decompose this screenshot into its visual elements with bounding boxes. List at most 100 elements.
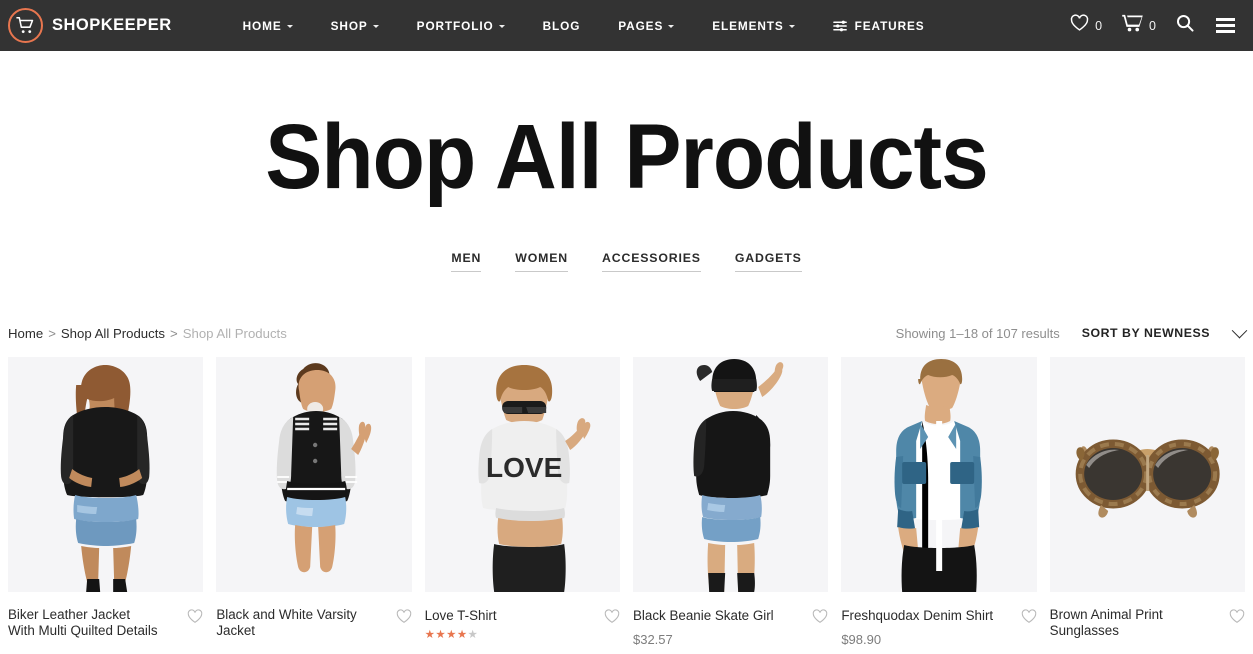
category-link-accessories[interactable]: ACCESSORIES xyxy=(585,251,718,272)
breadcrumb-item-home[interactable]: Home xyxy=(8,326,43,341)
wishlist-count: 0 xyxy=(1095,18,1103,33)
chevron-down-icon xyxy=(372,25,379,28)
product-title[interactable]: Freshquodax Denim Shirt xyxy=(841,608,993,623)
product-image[interactable] xyxy=(1049,357,1245,592)
woman-black-beanie-image xyxy=(632,357,829,592)
breadcrumb-separator: > xyxy=(48,325,56,341)
star-filled: ★ xyxy=(456,629,468,641)
product-image[interactable] xyxy=(8,357,204,592)
product-card: Biker Leather Jacket With Multi Quilted … xyxy=(8,357,204,647)
wishlist-button[interactable]: 0 xyxy=(1060,14,1112,37)
category-filter-nav: MEN WOMEN ACCESSORIES GADGETS xyxy=(434,251,818,272)
cart-button[interactable]: 0 xyxy=(1112,14,1166,37)
star-filled: ★ xyxy=(435,629,447,641)
cart-count: 0 xyxy=(1149,18,1156,33)
sliders-icon xyxy=(832,19,848,33)
product-image[interactable] xyxy=(632,357,829,592)
nav-label: BLOG xyxy=(542,18,581,33)
hamburger-bar xyxy=(1216,18,1235,21)
category-link-gadgets[interactable]: GADGETS xyxy=(718,251,819,272)
woman-love-crop-top-image: LOVE xyxy=(424,357,620,592)
heart-icon[interactable] xyxy=(1229,609,1245,629)
product-title[interactable]: Black and White Varsity Jacket xyxy=(216,607,366,640)
product-rating: ★★★★★ xyxy=(424,629,497,642)
product-meta: Black Beanie Skate Girl $32.57 xyxy=(633,592,828,647)
breadcrumb-item-shop[interactable]: Shop All Products xyxy=(61,326,165,341)
product-title[interactable]: Black Beanie Skate Girl xyxy=(633,608,774,623)
heart-icon[interactable] xyxy=(1021,609,1037,629)
nav-item-elements[interactable]: ELEMENTS xyxy=(693,19,813,33)
heart-icon[interactable] xyxy=(187,609,203,629)
category-link-women[interactable]: WOMEN xyxy=(498,251,585,272)
product-price: $98.90 xyxy=(841,632,882,647)
nav-item-home[interactable]: HOME xyxy=(224,19,312,33)
woman-varsity-jacket-image xyxy=(216,357,412,592)
breadcrumb-separator: > xyxy=(170,325,178,341)
page-title: Shop All Products xyxy=(265,106,988,208)
shop-toolbar: Home > Shop All Products > Shop All Prod… xyxy=(0,309,1253,357)
product-price: $32.57 xyxy=(632,632,673,647)
nav-label: PAGES xyxy=(618,18,664,33)
product-title[interactable]: Biker Leather Jacket With Multi Quilted … xyxy=(8,607,158,640)
heart-icon[interactable] xyxy=(396,609,412,629)
nav-item-shop[interactable]: SHOP xyxy=(312,19,398,33)
product-meta: Love T-Shirt ★★★★★ xyxy=(425,592,620,642)
nav-label: HOME xyxy=(242,18,282,33)
brand-logo[interactable]: SHOPKEEPER xyxy=(8,8,172,43)
product-meta: Black and White Varsity Jacket xyxy=(216,592,411,640)
product-image[interactable] xyxy=(216,357,412,592)
category-link-men[interactable]: MEN xyxy=(434,251,498,272)
product-card: Brown Animal Print Sunglasses xyxy=(1049,357,1245,647)
product-card: Freshquodax Denim Shirt $98.90 xyxy=(841,357,1037,647)
star-filled: ★ xyxy=(424,629,436,641)
chevron-down-icon xyxy=(1231,322,1248,338)
product-meta: Brown Animal Print Sunglasses xyxy=(1050,592,1245,640)
chevron-down-icon xyxy=(788,25,795,28)
hamburger-bar xyxy=(1216,30,1235,33)
heart-icon xyxy=(1070,14,1089,37)
search-button[interactable] xyxy=(1166,14,1204,37)
svg-text:LOVE: LOVE xyxy=(486,452,562,483)
toolbar-right: Showing 1–18 of 107 results SORT BY NEWN… xyxy=(896,322,1248,341)
star-empty: ★ xyxy=(467,629,479,641)
chevron-down-icon xyxy=(668,25,675,28)
hamburger-icon[interactable] xyxy=(1204,18,1239,33)
shopping-cart-icon xyxy=(8,8,43,43)
woman-black-leather-jacket-image xyxy=(8,357,204,592)
breadcrumb-item-current: Shop All Products xyxy=(182,325,287,341)
man-denim-shirt-image xyxy=(841,357,1037,592)
sort-label: SORT BY NEWNESS xyxy=(1081,326,1210,340)
main-navigation: HOME SHOP PORTFOLIO BLOG PAGES ELEMENTS xyxy=(224,19,1060,33)
chevron-down-icon xyxy=(286,25,293,28)
nav-item-blog[interactable]: BLOG xyxy=(524,19,600,33)
nav-item-portfolio[interactable]: PORTFOLIO xyxy=(398,19,524,33)
sort-dropdown[interactable]: SORT BY NEWNESS xyxy=(1081,322,1248,340)
site-header: SHOPKEEPER HOME SHOP PORTFOLIO BLOG PAGE… xyxy=(0,0,1253,51)
breadcrumb: Home > Shop All Products > Shop All Prod… xyxy=(8,326,287,341)
heart-icon[interactable] xyxy=(604,609,620,629)
product-card: LOVE Love T-Shirt ★★★★★ xyxy=(424,357,620,647)
product-grid: Biker Leather Jacket With Multi Quilted … xyxy=(0,357,1253,647)
nav-item-features[interactable]: FEATURES xyxy=(814,19,944,33)
hamburger-bar xyxy=(1216,24,1235,27)
product-card: Black Beanie Skate Girl $32.57 xyxy=(632,357,829,647)
chevron-down-icon xyxy=(498,25,505,28)
product-image[interactable]: LOVE xyxy=(424,357,620,592)
brand-name: SHOPKEEPER xyxy=(52,16,172,34)
nav-label: SHOP xyxy=(330,18,368,33)
search-icon xyxy=(1176,14,1194,37)
product-title[interactable]: Love T-Shirt xyxy=(425,608,497,623)
header-actions: 0 0 xyxy=(1060,14,1239,37)
nav-item-pages[interactable]: PAGES xyxy=(599,19,693,33)
product-title[interactable]: Brown Animal Print Sunglasses xyxy=(1050,607,1200,640)
brown-sunglasses-image xyxy=(1049,357,1245,592)
product-card: Black and White Varsity Jacket xyxy=(216,357,412,647)
cart-icon xyxy=(1122,14,1143,37)
heart-icon[interactable] xyxy=(812,609,828,629)
star-filled: ★ xyxy=(446,629,457,641)
product-image[interactable] xyxy=(841,357,1037,592)
nav-label: FEATURES xyxy=(854,18,925,33)
product-meta: Biker Leather Jacket With Multi Quilted … xyxy=(8,592,203,640)
nav-label: ELEMENTS xyxy=(712,18,784,33)
nav-label: PORTFOLIO xyxy=(416,18,494,33)
